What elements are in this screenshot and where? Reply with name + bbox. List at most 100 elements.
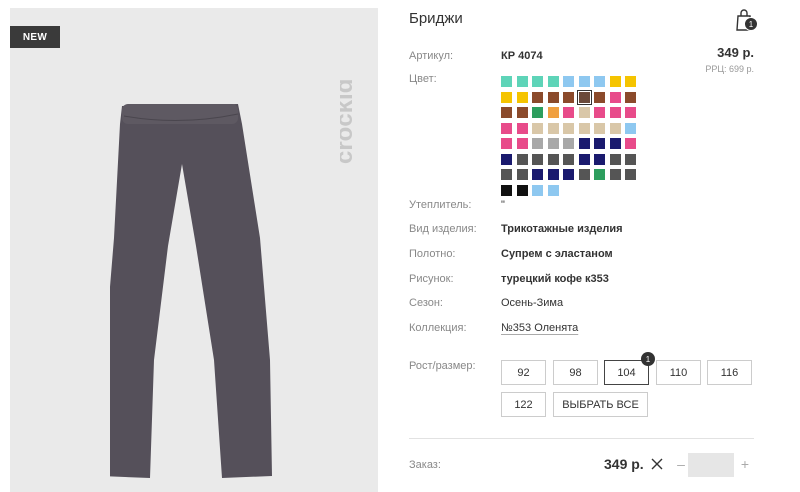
color-swatch[interactable]: [547, 76, 559, 87]
color-swatch[interactable]: [501, 169, 512, 180]
color-swatch[interactable]: [532, 153, 543, 165]
color-swatch[interactable]: [594, 76, 605, 87]
color-swatch[interactable]: [532, 76, 543, 87]
color-swatch[interactable]: [594, 138, 605, 149]
color-swatch[interactable]: [516, 107, 528, 118]
color-swatch[interactable]: [609, 153, 621, 165]
color-swatch[interactable]: [609, 107, 621, 118]
rrp-price: РРЦ: 699 р.: [705, 64, 754, 74]
spec-label: Сезон:: [409, 297, 443, 309]
color-swatch[interactable]: [625, 138, 636, 149]
remove-order-button[interactable]: [650, 457, 664, 471]
size-button-98[interactable]: 98: [553, 360, 598, 385]
color-swatch[interactable]: [578, 107, 590, 118]
article-value: КР 4074: [501, 50, 543, 62]
color-swatch[interactable]: [625, 107, 636, 118]
divider: [409, 438, 754, 439]
color-swatch[interactable]: [532, 91, 543, 103]
color-swatch[interactable]: [563, 169, 574, 180]
color-swatch[interactable]: [516, 169, 528, 180]
product-price: 349 р.: [717, 45, 754, 60]
product-title: Бриджи: [409, 10, 463, 27]
color-swatch[interactable]: [563, 91, 574, 103]
quantity-input[interactable]: [688, 453, 734, 477]
spec-label: Вид изделия:: [409, 223, 477, 235]
color-swatch[interactable]: [516, 76, 528, 87]
color-swatch[interactable]: [594, 169, 605, 180]
color-swatch[interactable]: [516, 184, 528, 196]
color-swatch[interactable]: [547, 122, 559, 134]
color-swatch[interactable]: [625, 76, 636, 87]
color-swatch[interactable]: [578, 169, 590, 180]
color-swatch[interactable]: [563, 76, 574, 87]
color-swatch[interactable]: [501, 122, 512, 134]
size-button-92[interactable]: 92: [501, 360, 546, 385]
color-swatch[interactable]: [532, 184, 543, 196]
color-swatch[interactable]: [609, 76, 621, 87]
color-swatch[interactable]: [501, 76, 512, 87]
color-swatch[interactable]: [609, 138, 621, 149]
color-swatch[interactable]: [609, 169, 621, 180]
article-label: Артикул:: [409, 50, 454, 62]
color-swatch[interactable]: [501, 153, 512, 165]
quantity-increase-button[interactable]: +: [738, 455, 752, 473]
color-swatch[interactable]: [563, 107, 574, 118]
color-swatch[interactable]: [594, 153, 605, 165]
spec-value: турецкий кофе к353: [501, 273, 609, 285]
quantity-decrease-button[interactable]: –: [674, 455, 688, 473]
color-swatch[interactable]: [547, 91, 559, 103]
color-swatch[interactable]: [501, 138, 512, 149]
color-swatch[interactable]: [516, 122, 528, 134]
spec-label: Коллекция:: [409, 322, 467, 334]
color-swatch[interactable]: [625, 122, 636, 134]
color-swatch[interactable]: [625, 169, 636, 180]
color-swatch[interactable]: [532, 169, 543, 180]
color-swatch[interactable]: [594, 122, 605, 134]
color-swatch[interactable]: [625, 91, 636, 103]
collection-link[interactable]: №353 Оленята: [501, 322, 578, 334]
select-all-sizes-button[interactable]: ВЫБРАТЬ ВСЕ: [553, 392, 648, 417]
color-swatch[interactable]: [594, 91, 605, 103]
color-swatch[interactable]: [576, 89, 592, 105]
size-button-116[interactable]: 116: [707, 360, 752, 385]
color-swatch[interactable]: [532, 122, 543, 134]
color-swatch[interactable]: [578, 138, 590, 149]
color-swatch[interactable]: [547, 138, 559, 149]
color-swatch[interactable]: [516, 91, 528, 103]
color-swatch[interactable]: [516, 138, 528, 149]
color-swatch[interactable]: [563, 122, 574, 134]
new-badge: NEW: [10, 26, 60, 48]
color-swatch[interactable]: [578, 122, 590, 134]
color-swatch[interactable]: [501, 107, 512, 118]
color-swatch[interactable]: [501, 91, 512, 103]
spec-label: Полотно:: [409, 248, 456, 260]
size-button-110[interactable]: 110: [656, 360, 701, 385]
color-swatch[interactable]: [578, 153, 590, 165]
color-swatch[interactable]: [532, 138, 543, 149]
spec-value: Осень-Зима: [501, 297, 564, 309]
color-swatch[interactable]: [625, 153, 636, 165]
spec-value: Супрем с эластаном: [501, 248, 613, 260]
color-swatch[interactable]: [563, 153, 574, 165]
spec-value: ": [501, 199, 505, 211]
size-label: Рост/размер:: [409, 360, 476, 372]
brand-logo: crockid: [340, 79, 358, 164]
size-button-122[interactable]: 122: [501, 392, 546, 417]
product-photo-pants: [110, 104, 272, 478]
color-swatch[interactable]: [501, 184, 512, 196]
size-count-badge: 1: [641, 352, 655, 366]
color-swatch[interactable]: [547, 107, 559, 118]
color-swatch[interactable]: [516, 153, 528, 165]
color-swatch[interactable]: [609, 122, 621, 134]
color-swatch[interactable]: [547, 184, 559, 196]
color-swatch[interactable]: [609, 91, 621, 103]
brand-logo-text: crockid: [340, 79, 358, 164]
color-swatch[interactable]: [547, 153, 559, 165]
color-swatch[interactable]: [532, 107, 543, 118]
color-swatch[interactable]: [563, 138, 574, 149]
color-label: Цвет:: [409, 73, 437, 85]
color-swatch[interactable]: [594, 107, 605, 118]
color-swatch[interactable]: [547, 169, 559, 180]
spec-label: Рисунок:: [409, 273, 454, 285]
color-swatch[interactable]: [578, 76, 590, 87]
